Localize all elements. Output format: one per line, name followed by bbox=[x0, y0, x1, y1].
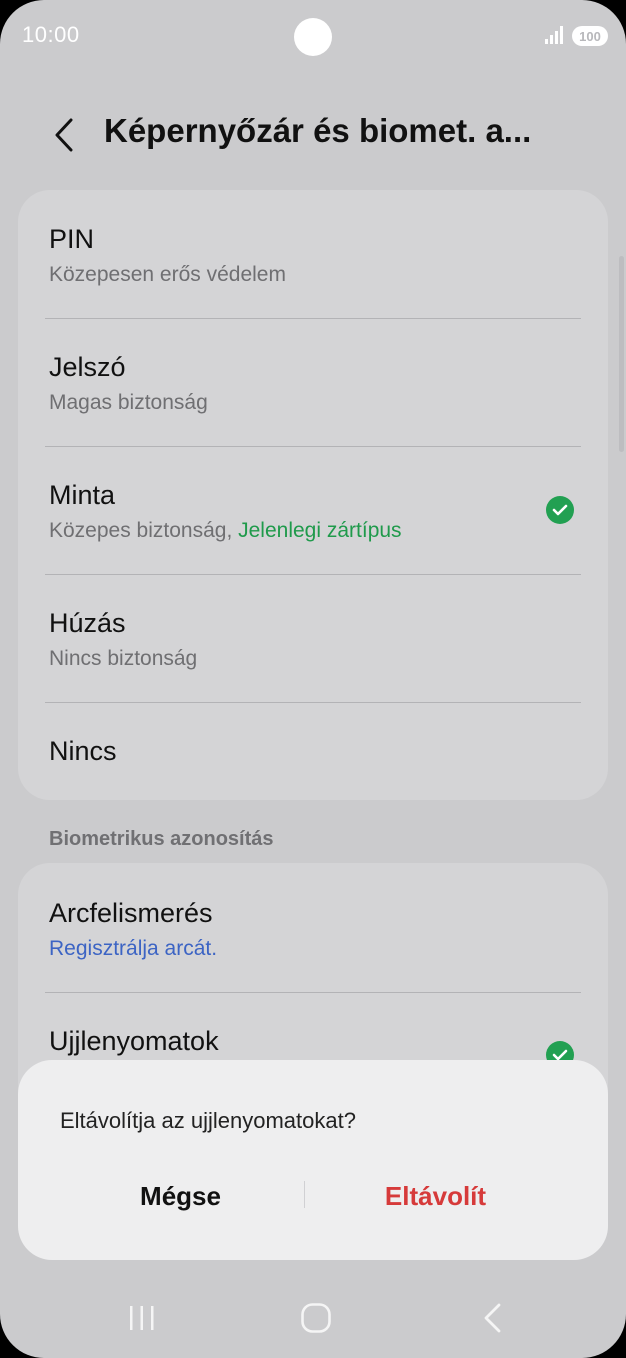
remove-button[interactable]: Eltávolít bbox=[308, 1170, 563, 1222]
dialog-message: Eltávolítja az ujjlenyomatokat? bbox=[60, 1108, 356, 1133]
biometric-face-recognition[interactable]: Arcfelismerés Regisztrálja arcát. bbox=[18, 863, 608, 992]
button-divider bbox=[304, 1181, 305, 1208]
lock-option-password[interactable]: Jelszó Magas biztonság bbox=[18, 318, 608, 446]
battery-level: 100 bbox=[579, 28, 601, 44]
cancel-button[interactable]: Mégse bbox=[48, 1170, 313, 1222]
lock-option-title: Minta bbox=[49, 480, 116, 510]
nav-recents-button[interactable] bbox=[102, 1285, 182, 1350]
nav-recents-icon bbox=[130, 1305, 154, 1330]
lock-option-subtitle: Közepes biztonság, Jelenlegi zártípus bbox=[49, 519, 402, 543]
back-icon bbox=[55, 118, 73, 152]
lock-option-swipe[interactable]: Húzás Nincs biztonság bbox=[18, 574, 608, 702]
status-time: 10:00 bbox=[22, 22, 80, 47]
lock-option-title: Húzás bbox=[49, 608, 126, 638]
lock-option-pattern[interactable]: Minta Közepes biztonság, Jelenlegi zártí… bbox=[18, 446, 608, 574]
lock-option-title: Jelszó bbox=[49, 352, 126, 382]
current-lock-label: Jelenlegi zártípus bbox=[238, 519, 402, 542]
remove-fingerprints-dialog: Eltávolítja az ujjlenyomatokat? Mégse El… bbox=[18, 1060, 608, 1260]
scrollbar[interactable] bbox=[619, 256, 624, 452]
nav-back-icon bbox=[484, 1303, 501, 1332]
biometric-subtitle: Regisztrálja arcát. bbox=[49, 937, 218, 960]
page-title: Képernyőzár és biomet. a... bbox=[104, 112, 532, 149]
lock-option-subtitle: Magas biztonság bbox=[49, 391, 208, 414]
lock-option-subtitle: Nincs biztonság bbox=[49, 647, 198, 670]
lock-option-pin[interactable]: PIN Közepesen erős védelem bbox=[18, 190, 608, 318]
subtitle-text: Közepes biztonság, bbox=[49, 519, 239, 542]
phone-screen: 10:00 100 Képernyőzár és biomet. a... PI… bbox=[0, 0, 626, 1358]
biometric-title: Ujjlenyomatok bbox=[49, 1026, 219, 1056]
check-icon bbox=[546, 496, 574, 524]
lock-option-none[interactable]: Nincs bbox=[18, 702, 608, 800]
nav-back-button[interactable] bbox=[452, 1285, 532, 1350]
battery-icon: 100 bbox=[572, 26, 608, 46]
back-button[interactable] bbox=[44, 112, 84, 158]
nav-home-icon bbox=[301, 1302, 331, 1333]
biometric-title: Arcfelismerés bbox=[49, 898, 213, 928]
section-header-biometrics: Biometrikus azonosítás bbox=[49, 828, 274, 850]
lock-option-title: Nincs bbox=[49, 736, 117, 766]
lock-option-title: PIN bbox=[49, 224, 95, 254]
camera-cutout bbox=[294, 18, 332, 56]
nav-home-button[interactable] bbox=[276, 1285, 356, 1350]
lock-option-subtitle: Közepesen erős védelem bbox=[49, 263, 286, 286]
lock-type-list: PIN Közepesen erős védelem Jelszó Magas … bbox=[18, 190, 608, 800]
navigation-bar bbox=[0, 1285, 626, 1350]
signal-icon bbox=[545, 26, 563, 44]
